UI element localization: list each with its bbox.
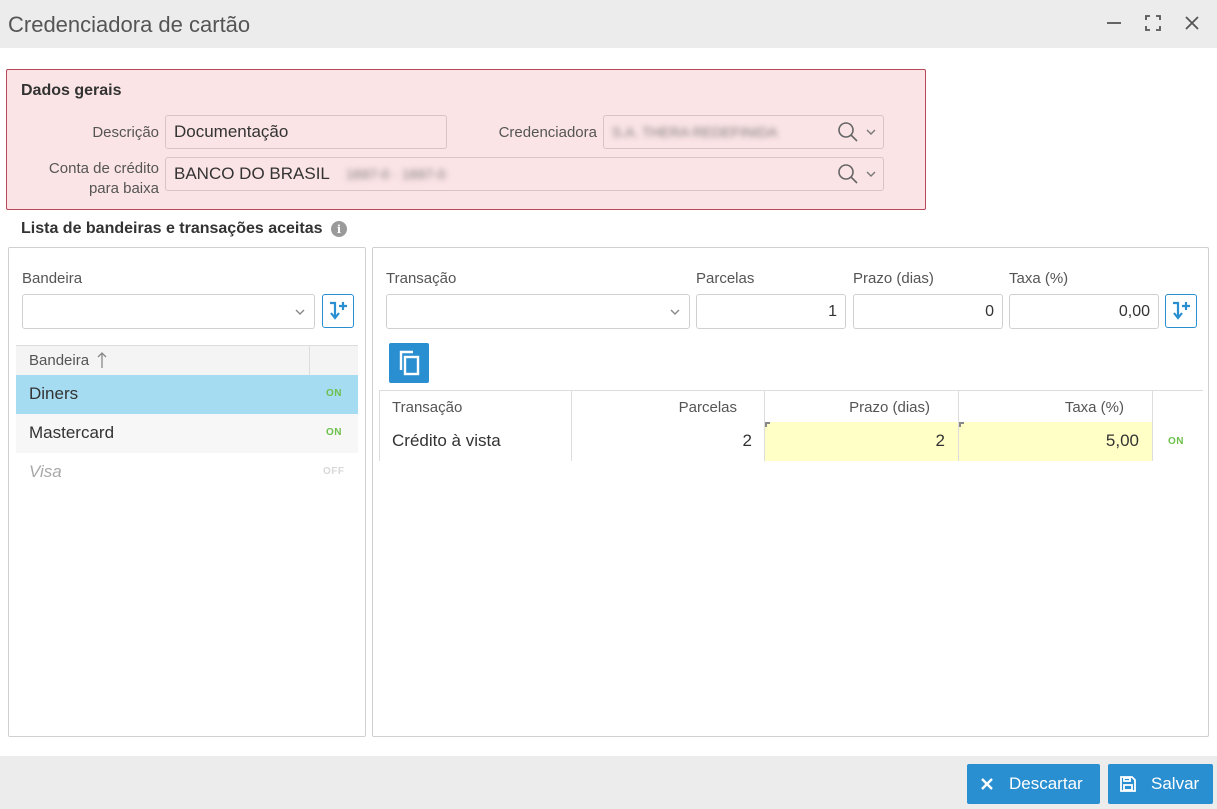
prazo-input[interactable]: 0 [853, 294, 1003, 329]
transacao-panel: Transação Parcelas Prazo (dias) Taxa (%)… [372, 247, 1209, 737]
title-bar: Credenciadora de cartão [0, 0, 1217, 48]
credenciadora-select[interactable]: S.A. THERA REDEFINIDA [603, 115, 884, 149]
transacao-label: Transação [386, 270, 457, 287]
prazo-label: Prazo (dias) [853, 270, 934, 287]
status-toggle[interactable]: ON [326, 427, 342, 438]
conta-label-line2: para baixa [88, 180, 159, 197]
chevron-down-icon[interactable] [865, 126, 877, 138]
credenciadora-label: Credenciadora [498, 124, 597, 141]
add-bandeira-button[interactable] [322, 294, 354, 328]
copy-button[interactable] [389, 343, 429, 383]
conta-credito-select[interactable]: BANCO DO BRASIL 1697-0 · 1697-0 [165, 157, 884, 191]
bandeira-name: Diners [29, 384, 79, 403]
status-toggle[interactable]: ON [1168, 436, 1184, 447]
bandeira-panel: Bandeira [8, 247, 366, 737]
add-item-icon [1173, 301, 1190, 320]
close-icon[interactable] [1179, 10, 1205, 36]
parcelas-input[interactable]: 1 [696, 294, 846, 329]
add-item-icon [330, 301, 347, 320]
minimize-icon[interactable] [1101, 10, 1127, 36]
cell-taxa-edited[interactable]: 5,00 [959, 422, 1152, 461]
col-header-transacao[interactable]: Transação [392, 399, 462, 416]
footer-bar: Descartar Salvar [0, 756, 1217, 809]
taxa-input[interactable]: 0,00 [1009, 294, 1159, 329]
general-data-section: Dados gerais Descrição Documentação Cred… [6, 69, 926, 210]
cell-parcelas: 2 [742, 431, 752, 450]
copy-icon [399, 350, 420, 376]
close-icon [981, 778, 993, 790]
bandeira-row[interactable]: Visa OFF [16, 453, 358, 492]
bandeira-column-header: Bandeira [29, 352, 90, 369]
discard-button[interactable]: Descartar [967, 764, 1100, 804]
discard-label: Descartar [1009, 774, 1083, 793]
credenciadora-value: S.A. THERA REDEFINIDA [612, 124, 778, 140]
dirty-marker [959, 422, 964, 427]
transacao-select[interactable] [386, 294, 690, 329]
transacao-table: Transação Parcelas Prazo (dias) Taxa (%)… [379, 390, 1203, 461]
parcelas-label: Parcelas [696, 270, 755, 287]
conta-value: BANCO DO BRASIL [174, 164, 330, 183]
col-header-taxa[interactable]: Taxa (%) [959, 399, 1124, 416]
conta-label-line1: Conta de crédito [48, 160, 159, 177]
col-header-prazo[interactable]: Prazo (dias) [765, 399, 930, 416]
search-icon[interactable] [837, 121, 859, 143]
conta-value-blurred: 1697-0 · 1697-0 [345, 166, 446, 182]
save-button[interactable]: Salvar [1108, 764, 1213, 804]
info-icon[interactable]: i [331, 221, 347, 237]
chevron-down-icon [670, 309, 680, 315]
list-title: Lista de bandeiras e transações aceitas [21, 220, 323, 237]
chevron-down-icon[interactable] [865, 168, 877, 180]
search-icon[interactable] [837, 163, 859, 185]
conta-credito-label: Conta de crédito para baixa [27, 159, 159, 199]
bandeira-row[interactable]: Diners ON [16, 375, 358, 414]
window-title: Credenciadora de cartão [8, 12, 251, 37]
dirty-marker [765, 422, 770, 427]
maximize-icon[interactable] [1140, 10, 1166, 36]
bandeira-name: Visa [29, 462, 62, 481]
cell-prazo-edited[interactable]: 2 [765, 422, 958, 461]
descricao-value: Documentação [174, 122, 289, 141]
add-transacao-button[interactable] [1165, 294, 1197, 328]
save-icon [1120, 776, 1136, 792]
table-row[interactable]: Crédito à vista 2 2 5,00 ON [379, 422, 1203, 461]
taxa-label: Taxa (%) [1009, 270, 1069, 287]
section-title-general: Dados gerais [21, 82, 122, 99]
descricao-input[interactable]: Documentação [165, 115, 447, 149]
bandeira-row[interactable]: Mastercard ON [16, 414, 358, 453]
save-label: Salvar [1151, 774, 1200, 793]
bandeira-label: Bandeira [22, 270, 83, 287]
status-toggle[interactable]: ON [326, 388, 342, 399]
cell-prazo: 2 [935, 431, 945, 450]
bandeira-name: Mastercard [29, 423, 115, 442]
sort-ascending-icon[interactable] [96, 351, 108, 369]
col-header-parcelas[interactable]: Parcelas [572, 399, 737, 416]
cell-transacao: Crédito à vista [392, 431, 501, 450]
cell-taxa: 5,00 [1105, 431, 1139, 450]
status-toggle[interactable]: OFF [323, 466, 345, 477]
chevron-down-icon [295, 309, 305, 315]
bandeira-table-header[interactable]: Bandeira [16, 345, 358, 375]
bandeira-select[interactable] [22, 294, 315, 329]
descricao-label: Descrição [92, 124, 159, 141]
